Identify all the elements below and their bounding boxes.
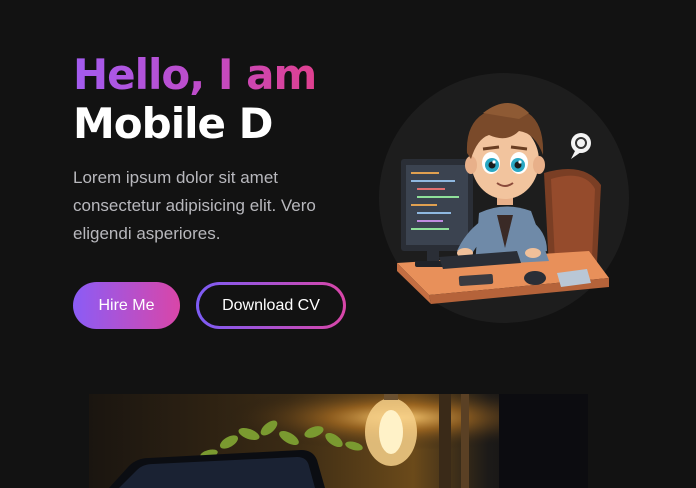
hero-text: Hello, I am Mobile D Lorem ipsum dolor s… <box>73 50 373 248</box>
download-cv-label: Download CV <box>199 285 343 326</box>
hero-description: Lorem ipsum dolor sit amet consectetur a… <box>73 168 316 243</box>
hero-actions: Hire Me Download CV <box>73 282 346 329</box>
download-cv-button[interactable]: Download CV <box>196 282 346 329</box>
developer-avatar <box>379 73 629 323</box>
hero-role: Mobile D <box>73 99 273 148</box>
hire-me-button[interactable]: Hire Me <box>73 282 180 329</box>
bottom-photo <box>89 394 588 488</box>
hero-greeting: Hello, I am <box>73 50 317 99</box>
